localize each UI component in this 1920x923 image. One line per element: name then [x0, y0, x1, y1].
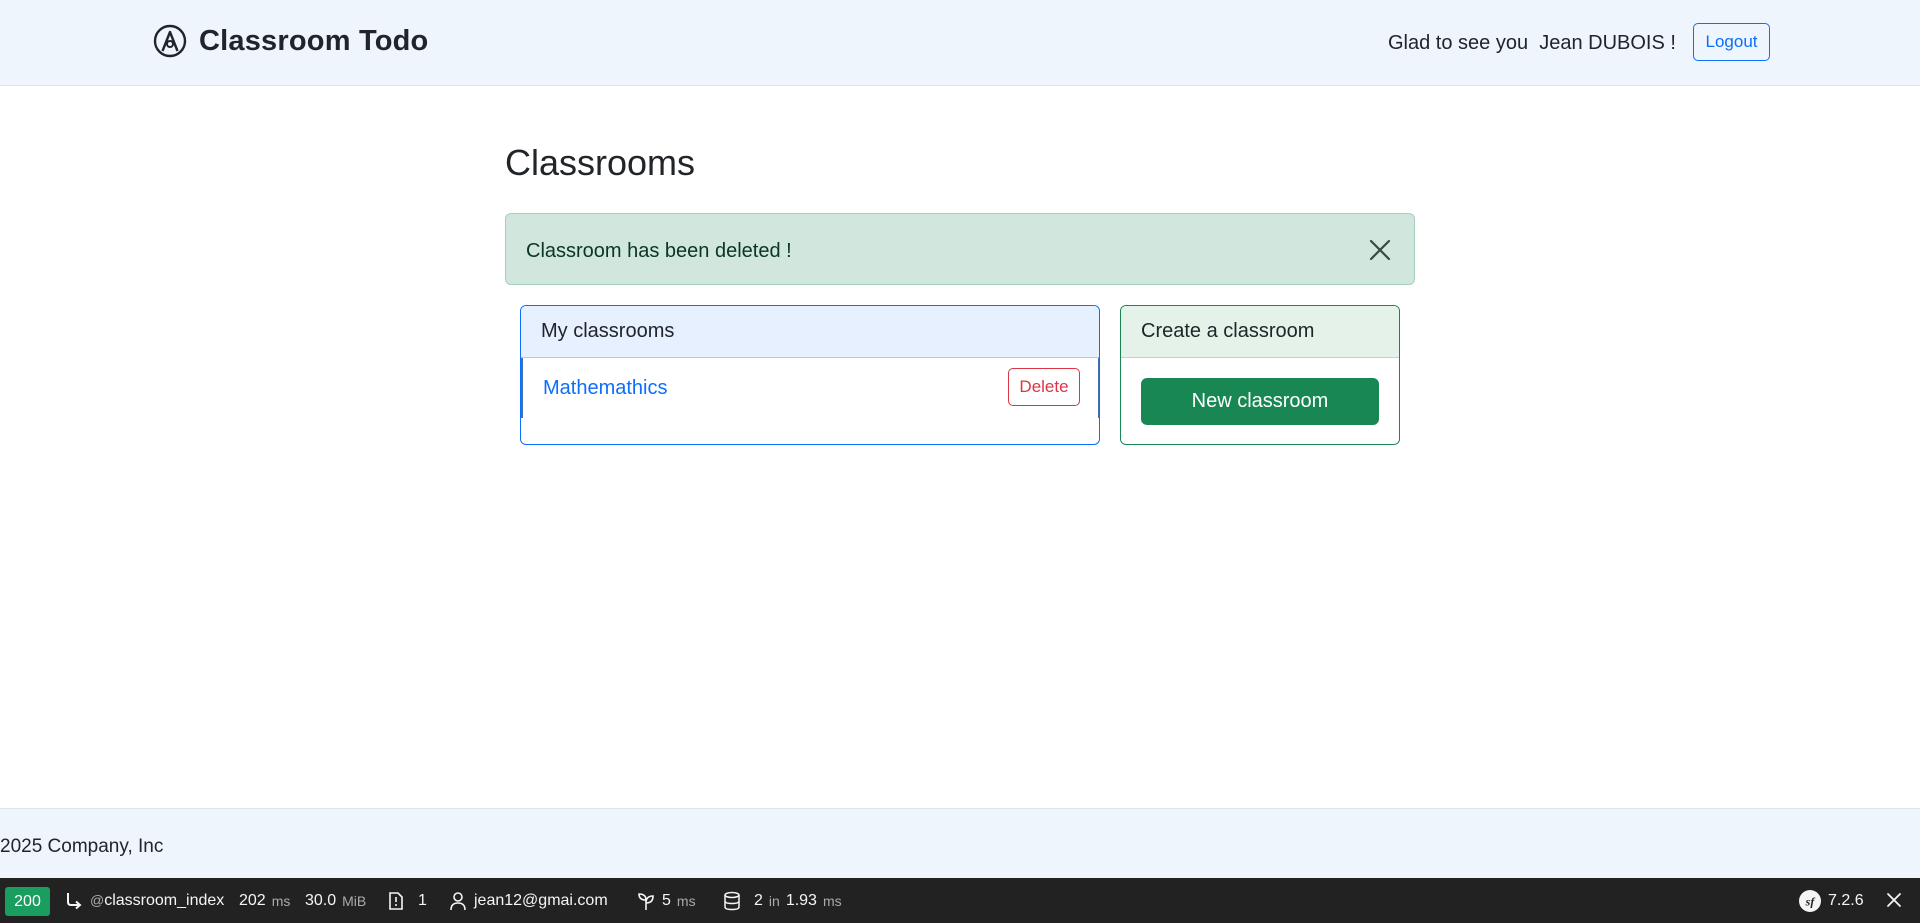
- twig-time-unit: ms: [676, 892, 696, 909]
- route-arrow-icon: [67, 892, 82, 909]
- user-icon: [450, 891, 466, 910]
- success-alert: Classroom has been deleted !: [505, 213, 1415, 285]
- brand-link[interactable]: Classroom Todo: [153, 24, 428, 58]
- footer-copyright: 2025 Company, Inc: [0, 836, 164, 857]
- delete-classroom-button[interactable]: Delete: [1008, 368, 1080, 406]
- debug-toolbar: 200 @ classroom_index 202 ms 30.0 MiB 1 …: [0, 878, 1920, 923]
- db-in-label: in: [768, 892, 780, 909]
- memory-value: 30.0: [305, 891, 337, 909]
- create-classroom-card: Create a classroom New classroom: [1120, 305, 1400, 445]
- route-prefix: @: [90, 891, 105, 908]
- twig-leaf-icon: [638, 892, 654, 910]
- my-classrooms-card: My classrooms Mathemathics Delete: [520, 305, 1100, 445]
- memory-unit: MiB: [342, 892, 367, 909]
- database-panel[interactable]: 2 in 1.93 ms: [722, 878, 842, 923]
- symfony-version: 7.2.6: [1828, 891, 1864, 909]
- symfony-panel[interactable]: sf 7.2.6: [1798, 878, 1864, 923]
- twig-time-value: 5: [662, 891, 671, 909]
- svg-text:sf: sf: [1805, 894, 1816, 908]
- logs-panel[interactable]: 1: [386, 878, 427, 923]
- logout-button[interactable]: Logout: [1693, 23, 1770, 61]
- brand-logo-icon: [153, 24, 187, 58]
- create-classroom-header: Create a classroom: [1121, 306, 1399, 358]
- navbar: Classroom Todo Glad to see you Jean DUBO…: [0, 0, 1920, 86]
- memory-panel[interactable]: 30.0 MiB: [305, 878, 366, 923]
- my-classrooms-header: My classrooms: [521, 306, 1099, 358]
- new-classroom-button[interactable]: New classroom: [1141, 378, 1379, 425]
- time-panel[interactable]: 202 ms: [239, 878, 290, 923]
- log-icon: [389, 891, 403, 910]
- twig-panel[interactable]: 5 ms: [636, 878, 696, 923]
- brand-title: Classroom Todo: [199, 24, 429, 57]
- footer: 2025 Company, Inc: [0, 808, 1920, 878]
- logged-user-email: jean12@gmai.com: [474, 891, 608, 909]
- db-query-count: 2: [754, 891, 763, 909]
- route-name: classroom_index: [104, 891, 225, 909]
- symfony-logo-icon: sf: [1799, 889, 1821, 912]
- db-time-value: 1.93: [785, 891, 817, 909]
- route-panel[interactable]: @ classroom_index: [64, 878, 224, 923]
- alert-message: Classroom has been deleted !: [526, 240, 792, 262]
- status-code-badge[interactable]: 200: [5, 887, 50, 916]
- database-icon: [724, 891, 740, 910]
- security-panel[interactable]: jean12@gmai.com: [448, 878, 608, 923]
- page-title: Classrooms: [505, 142, 696, 183]
- classroom-list-item: Mathemathics Delete: [521, 358, 1099, 418]
- db-time-unit: ms: [822, 892, 842, 909]
- logs-count: 1: [418, 891, 427, 909]
- close-icon[interactable]: [1884, 890, 1904, 910]
- classroom-link[interactable]: Mathemathics: [543, 377, 668, 400]
- close-icon[interactable]: [1366, 236, 1394, 264]
- user-greeting: Glad to see you Jean DUBOIS !: [1388, 32, 1676, 54]
- request-time-unit: ms: [271, 892, 291, 909]
- request-time-value: 202: [239, 891, 266, 909]
